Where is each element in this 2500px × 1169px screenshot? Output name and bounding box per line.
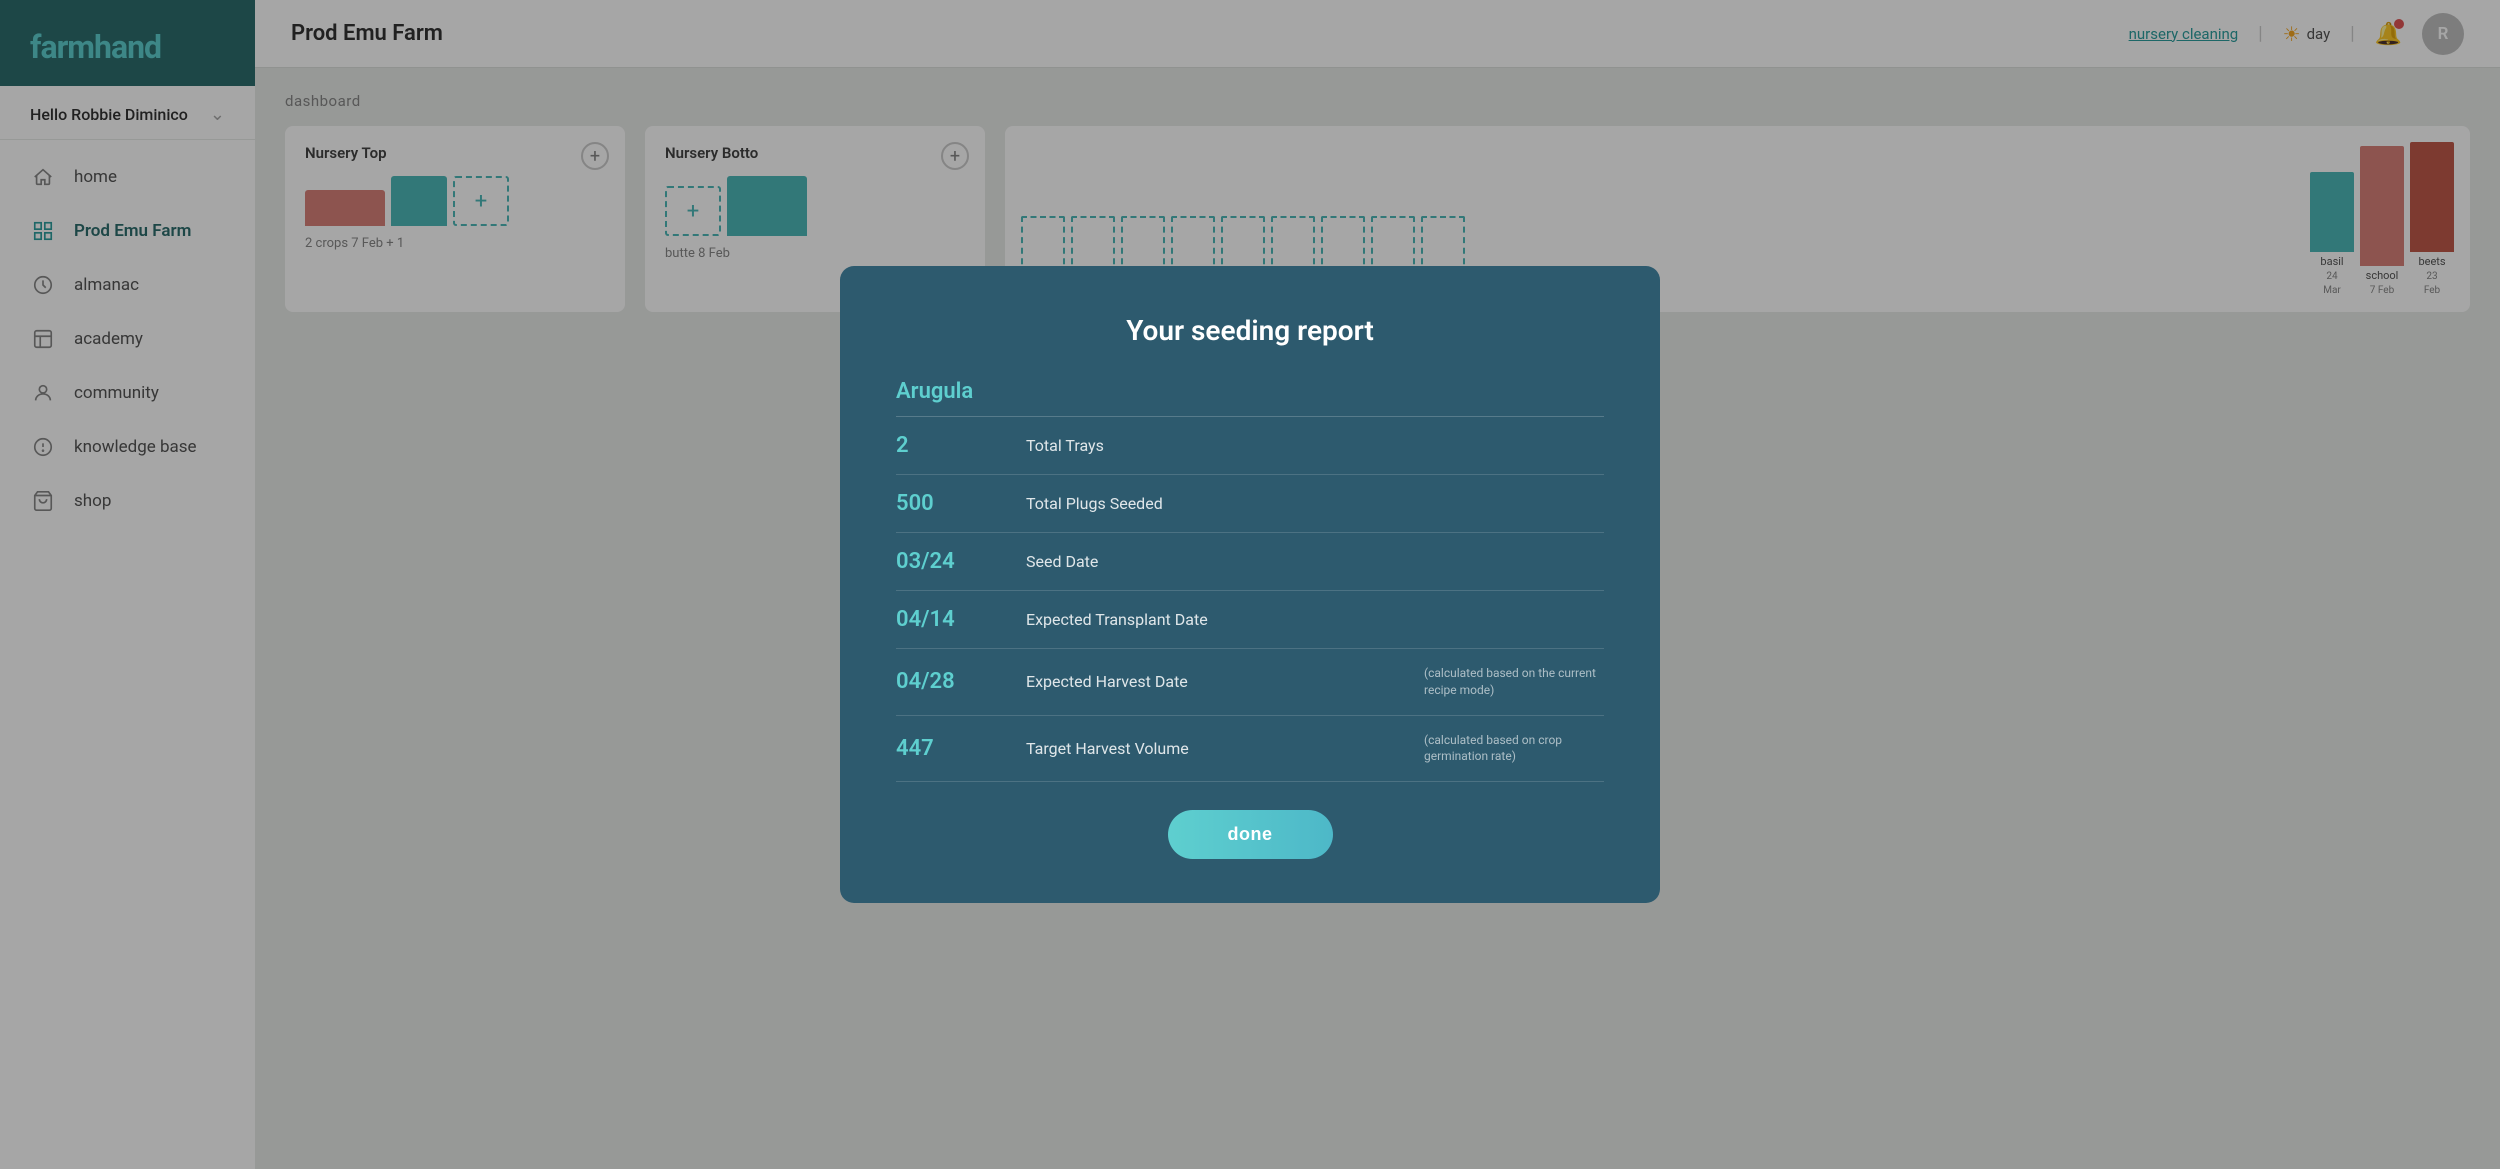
modal-crop-name: Arugula [896,379,1604,404]
modal-row-seed-date: 03/24 Seed Date [896,533,1604,591]
modal-label-harvest-date: Expected Harvest Date [1026,672,1404,691]
modal-label-transplant-date: Expected Transplant Date [1026,610,1604,629]
seeding-report-modal: Your seeding report Arugula 2 Total Tray… [840,266,1660,903]
modal-overlay[interactable]: Your seeding report Arugula 2 Total Tray… [0,0,2500,1169]
modal-label-harvest-volume: Target Harvest Volume [1026,739,1404,758]
modal-row-harvest-date: 04/28 Expected Harvest Date (calculated … [896,649,1604,716]
modal-label-total-trays: Total Trays [1026,436,1604,455]
done-button[interactable]: done [1168,810,1333,859]
modal-label-seed-date: Seed Date [1026,552,1604,571]
modal-row-total-trays: 2 Total Trays [896,417,1604,475]
modal-value-total-trays: 2 [896,433,1006,458]
modal-value-transplant-date: 04/14 [896,607,1006,632]
modal-value-harvest-volume: 447 [896,736,1006,761]
modal-note-harvest-volume: (calculated based on crop germination ra… [1424,732,1604,766]
modal-row-total-plugs: 500 Total Plugs Seeded [896,475,1604,533]
modal-label-total-plugs: Total Plugs Seeded [1026,494,1604,513]
modal-title: Your seeding report [896,314,1604,347]
modal-row-transplant-date: 04/14 Expected Transplant Date [896,591,1604,649]
modal-value-seed-date: 03/24 [896,549,1006,574]
modal-value-harvest-date: 04/28 [896,669,1006,694]
modal-note-harvest-date: (calculated based on the current recipe … [1424,665,1604,699]
modal-value-total-plugs: 500 [896,491,1006,516]
modal-row-harvest-volume: 447 Target Harvest Volume (calculated ba… [896,716,1604,783]
